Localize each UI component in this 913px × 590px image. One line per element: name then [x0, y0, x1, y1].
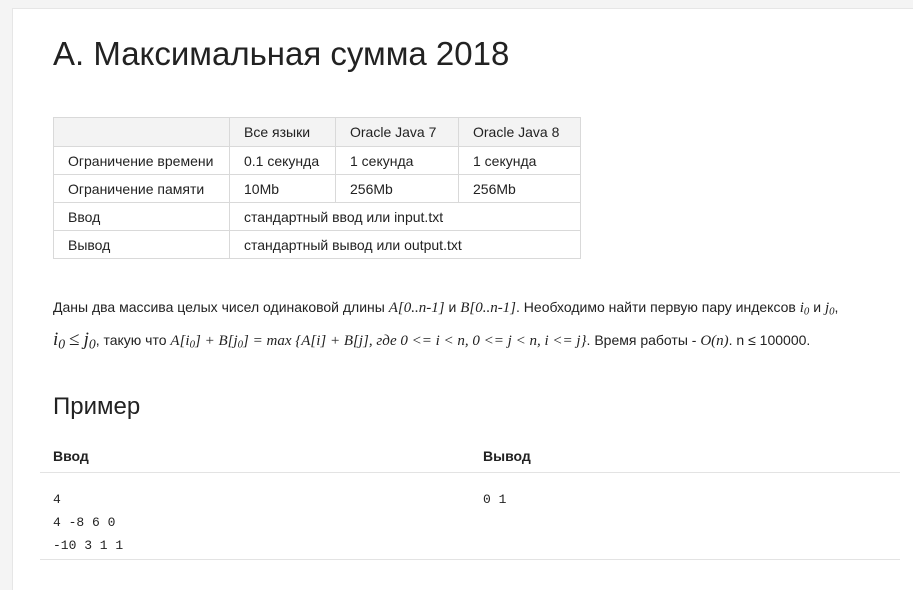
- limits-header-empty: [53, 117, 230, 147]
- memory-limit-label: Ограничение памяти: [53, 174, 230, 203]
- statement-text: . Время работы -: [586, 332, 701, 349]
- math-part: ] = max {A[i] + B[j], где 0 <= i < n, 0 …: [243, 333, 587, 350]
- math-index-j0: j0: [825, 300, 835, 318]
- math-subscript: 0: [88, 336, 96, 352]
- problem-title: A. Максимальная сумма 2018: [53, 35, 510, 72]
- time-limit-java8: 1 секунда: [458, 146, 581, 175]
- memory-limit-java8: 256Mb: [458, 174, 581, 203]
- math-complexity: O(n): [700, 333, 729, 350]
- example-title: Пример: [53, 393, 141, 420]
- statement-text: и: [444, 299, 461, 315]
- statement-text: ,: [834, 299, 839, 315]
- limits-header-row: Все языки Oracle Java 7 Oracle Java 8: [53, 117, 581, 147]
- time-limit-all: 0.1 секунда: [229, 146, 336, 175]
- example-output-header: Вывод: [483, 448, 531, 464]
- limits-table: Все языки Oracle Java 7 Oracle Java 8 Ог…: [53, 117, 581, 259]
- limits-header-java7: Oracle Java 7: [335, 117, 459, 147]
- limits-input-row: Ввод стандартный ввод или input.txt: [53, 202, 581, 231]
- math-part: A[i: [170, 333, 190, 350]
- math-i0-le-j0: i0 ≤ j0: [53, 329, 96, 352]
- output-label: Вывод: [53, 230, 230, 259]
- memory-limit-all: 10Mb: [229, 174, 336, 203]
- math-part: ] + B[j: [194, 333, 238, 350]
- statement-text: . Необходимо найти первую пару индексов: [516, 299, 800, 315]
- input-label: Ввод: [53, 202, 230, 231]
- example-divider-bottom: [40, 559, 900, 560]
- math-array-a: A[0..n-1]: [388, 300, 445, 316]
- statement-text: . n ≤ 100000.: [728, 332, 811, 349]
- example-input-text: 4 4 -8 6 0 -10 3 1 1: [53, 492, 124, 553]
- math-array-b: B[0..n-1]: [460, 300, 517, 316]
- limits-time-row: Ограничение времени 0.1 секунда 1 секунд…: [53, 146, 581, 175]
- math-le: ≤: [69, 329, 80, 351]
- limits-output-row: Вывод стандартный вывод или output.txt: [53, 230, 581, 259]
- limits-memory-row: Ограничение памяти 10Mb 256Mb 256Mb: [53, 174, 581, 203]
- input-value: стандартный ввод или input.txt: [229, 202, 581, 231]
- time-limit-label: Ограничение времени: [53, 146, 230, 175]
- math-condition: A[i0] + B[j0] = max {A[i] + B[j], где 0 …: [170, 333, 587, 351]
- math-index-i0: i0: [800, 300, 810, 318]
- math-subscript: 0: [58, 336, 66, 352]
- example-output-text: 0 1: [483, 492, 507, 507]
- memory-limit-java7: 256Mb: [335, 174, 459, 203]
- problem-statement: Даны два массива целых чисел одинаковой …: [53, 299, 903, 353]
- limits-header-all-languages: Все языки: [229, 117, 336, 147]
- statement-text: и: [809, 299, 825, 315]
- time-limit-java7: 1 секунда: [335, 146, 459, 175]
- statement-line-1: Даны два массива целых чисел одинаковой …: [53, 299, 903, 319]
- problem-page: A. Максимальная сумма 2018 Все языки Ora…: [12, 8, 913, 590]
- statement-text: Даны два массива целых чисел одинаковой …: [53, 299, 389, 315]
- output-value: стандартный вывод или output.txt: [229, 230, 581, 259]
- limits-header-java8: Oracle Java 8: [458, 117, 581, 147]
- example-input-header: Ввод: [53, 448, 89, 464]
- example-divider-top: [40, 472, 900, 473]
- statement-text: , такую что: [95, 332, 171, 349]
- statement-line-2: i0 ≤ j0, такую что A[i0] + B[j0] = max {A[…: [53, 328, 903, 353]
